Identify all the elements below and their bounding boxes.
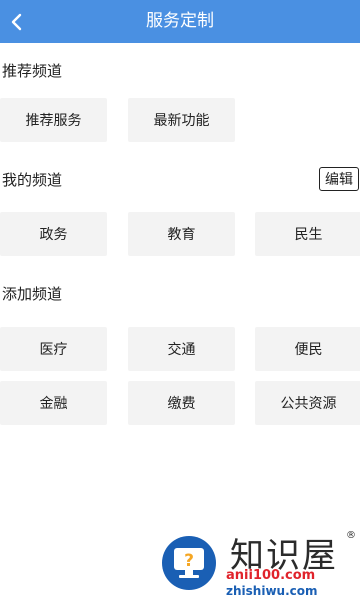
channel-tile-government[interactable]: 政务 [0, 212, 107, 256]
channel-tile-education[interactable]: 教育 [128, 212, 235, 256]
channel-tile-recommended-service[interactable]: 推荐服务 [0, 98, 107, 142]
channel-tile-new-features[interactable]: 最新功能 [128, 98, 235, 142]
section-title-add-channels: 添加频道 [2, 285, 63, 303]
top-bar: 服务定制 [0, 0, 360, 43]
channel-tile-finance[interactable]: 金融 [0, 381, 107, 425]
section-title-recommended: 推荐频道 [2, 62, 63, 80]
page-title: 服务定制 [146, 11, 214, 31]
watermark-logo: ? 知识屋 ® anii100.com zhishiwu.com [160, 528, 360, 598]
back-button[interactable] [0, 0, 34, 43]
watermark-registered-mark: ® [346, 530, 356, 541]
help-monitor-icon: ? [162, 536, 216, 590]
channel-tile-livelihood[interactable]: 民生 [255, 212, 360, 256]
section-title-my-channels: 我的频道 [2, 171, 63, 189]
channel-tile-convenience[interactable]: 便民 [255, 327, 360, 371]
channel-tile-public-resources[interactable]: 公共资源 [255, 381, 360, 425]
channel-tile-transport[interactable]: 交通 [128, 327, 235, 371]
channel-tile-payment[interactable]: 缴费 [128, 381, 235, 425]
service-customize-page: 服务定制 推荐频道 推荐服务 最新功能 我的频道 编辑 政务 教育 民生 添加频… [0, 0, 360, 600]
edit-button[interactable]: 编辑 [319, 167, 359, 191]
svg-text:?: ? [184, 551, 194, 571]
chevron-left-icon [11, 13, 22, 30]
watermark-site: zhishiwu.com [226, 584, 318, 598]
channel-tile-medical[interactable]: 医疗 [0, 327, 107, 371]
watermark-url: anii100.com [226, 568, 316, 583]
